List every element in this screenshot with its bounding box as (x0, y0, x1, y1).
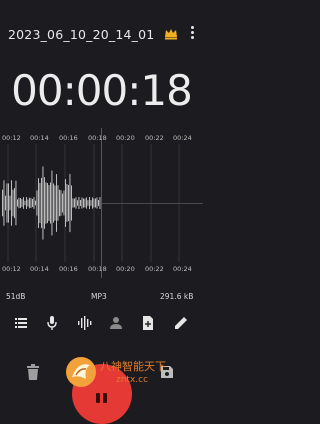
time-label: 00:20 (116, 134, 135, 142)
time-label: 00:12 (2, 134, 21, 142)
time-label: 00:24 (173, 265, 192, 273)
edit-icon[interactable] (172, 314, 190, 332)
top-bar: 2023_06_10_20_14_01 (0, 0, 203, 62)
time-label: 00:16 (59, 134, 78, 142)
time-label: 00:22 (145, 265, 164, 273)
time-label: 00:16 (59, 265, 78, 273)
time-label: 00:14 (30, 265, 49, 273)
time-label: 00:18 (88, 134, 107, 142)
level-readout: 51dB (6, 292, 26, 301)
center-line (101, 203, 203, 204)
watermark-logo-icon (66, 357, 96, 387)
watermark-title: 八神智能天下 (100, 360, 166, 373)
time-label: 00:18 (88, 265, 107, 273)
crown-icon[interactable] (164, 26, 178, 40)
watermark: 八神智能天下 zntx.cc (64, 355, 203, 391)
more-vert-icon[interactable] (187, 24, 197, 44)
list-icon[interactable] (12, 314, 30, 332)
waveform-icon[interactable] (76, 314, 94, 332)
time-label: 00:14 (30, 134, 49, 142)
time-label: 00:22 (145, 134, 164, 142)
elapsed-timer: 00:00:18 (11, 66, 193, 115)
time-label: 00:12 (2, 265, 21, 273)
add-file-icon[interactable] (139, 314, 157, 332)
time-label: 00:20 (116, 265, 135, 273)
toolbar (0, 314, 203, 334)
recording-name[interactable]: 2023_06_10_20_14_01 (8, 27, 154, 42)
recording-info: 51dB MP3 291.6 kB (0, 292, 203, 304)
format-readout: MP3 (91, 292, 107, 301)
watermark-url: zntx.cc (116, 375, 149, 385)
size-readout: 291.6 kB (160, 292, 194, 301)
time-label: 00:24 (173, 134, 192, 142)
waveform-timeline[interactable]: 00:12 00:14 00:16 00:18 00:20 00:22 00:2… (0, 128, 203, 278)
trash-icon[interactable] (26, 364, 40, 380)
mic-icon[interactable] (43, 314, 61, 332)
person-icon[interactable] (108, 314, 126, 332)
playhead (101, 128, 102, 278)
